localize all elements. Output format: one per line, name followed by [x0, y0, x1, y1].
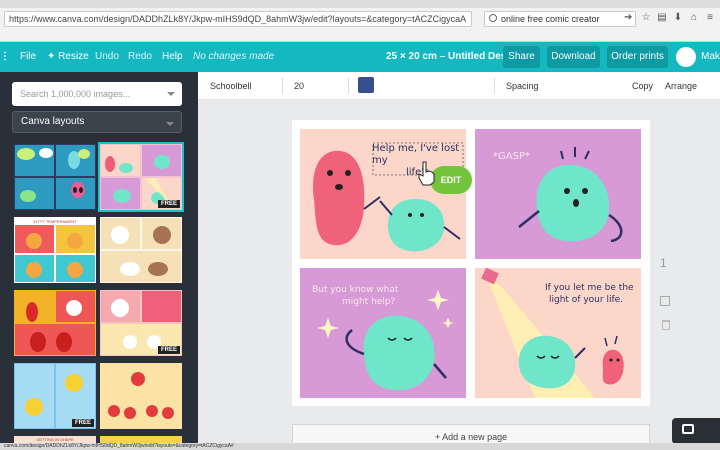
- resize-button[interactable]: ✦ Resize: [47, 42, 89, 72]
- speech-text-line: If you let me be the: [545, 283, 634, 293]
- alien-comic-preview: [15, 145, 95, 209]
- layout-thumbnail-pepper[interactable]: [14, 290, 96, 356]
- speech-bubble-light[interactable]: If you let me be the light of your life.: [545, 282, 634, 306]
- layout-thumbnail-alien[interactable]: [14, 144, 96, 210]
- layout-thumbnail-kitty[interactable]: KITTY TEMPERAMENT: [14, 217, 96, 283]
- text-color-swatch[interactable]: [358, 77, 374, 93]
- cat-comic-preview: [101, 218, 181, 282]
- redo-button[interactable]: Redo: [128, 42, 152, 72]
- design-title[interactable]: 25 × 20 cm – Untitled Design: [386, 42, 521, 72]
- browser-search-query: online free comic creator: [501, 14, 600, 24]
- address-bar[interactable]: https://www.canva.com/design/DADDhZLk8Y/…: [4, 11, 472, 27]
- menu-toggle-icon[interactable]: ⋮: [0, 42, 10, 72]
- chevron-down-icon: [166, 122, 174, 126]
- clipboard-icon[interactable]: ▤: [656, 11, 668, 25]
- file-menu[interactable]: File: [20, 42, 36, 72]
- edit-text-button[interactable]: EDIT: [430, 166, 472, 194]
- save-status: No changes made: [193, 51, 275, 62]
- speech-text-line: light of your life.: [549, 295, 624, 305]
- spacing-button[interactable]: Spacing: [506, 72, 539, 100]
- resize-label: Resize: [58, 51, 89, 62]
- font-size-input[interactable]: 20: [294, 72, 304, 100]
- design-canvas[interactable]: Help me, I've lost my life's *GASP* But …: [292, 120, 650, 406]
- home-icon[interactable]: ⌂: [688, 11, 700, 25]
- layout-thumbnail-food[interactable]: FREE: [100, 290, 182, 356]
- help-menu[interactable]: Help: [162, 42, 183, 72]
- layouts-sidebar: Search 1,000,000 images... Canva layouts…: [0, 72, 198, 450]
- chevron-down-icon[interactable]: [167, 92, 175, 96]
- browser-toolbar-icons: ☆ ▤ ⬇ ⌂ ≡: [640, 11, 716, 25]
- comic-panel-3[interactable]: But you know what might help?: [300, 268, 466, 398]
- search-icon: [489, 14, 497, 22]
- thumbnail-title: KITTY TEMPERAMENT: [33, 219, 77, 224]
- star-icon[interactable]: ☆: [640, 11, 652, 25]
- divider: [282, 78, 283, 94]
- duplicate-page-icon[interactable]: [660, 296, 670, 306]
- layout-thumbnail-apples[interactable]: [100, 363, 182, 429]
- divider: [348, 78, 349, 94]
- page-number: 1: [660, 256, 667, 270]
- layout-category-select[interactable]: Canva layouts: [12, 111, 182, 133]
- browser-chrome: https://www.canva.com/design/DADDhZLk8Y/…: [0, 0, 720, 42]
- kitty-comic-preview: [15, 225, 95, 282]
- order-prints-button[interactable]: Order prints: [607, 46, 668, 68]
- magic-star-icon: ✦: [47, 51, 56, 62]
- comic-panel-2[interactable]: *GASP*: [475, 129, 641, 259]
- free-badge: FREE: [157, 346, 180, 354]
- editor-top-bar: ⋮ File ✦ Resize Undo Redo Help No change…: [0, 42, 720, 72]
- font-family-select[interactable]: Schoolbell: [210, 72, 252, 100]
- layout-category-value: Canva layouts: [21, 116, 85, 127]
- thumbnail-title: GETTING IN SHAPE: [36, 437, 74, 442]
- download-button[interactable]: Download: [547, 46, 600, 68]
- share-button[interactable]: Share: [503, 46, 540, 68]
- image-search-placeholder: Search 1,000,000 images...: [20, 89, 131, 99]
- download-arrow-icon[interactable]: ⬇: [672, 11, 684, 25]
- chat-widget[interactable]: [672, 418, 720, 444]
- text-toolbar: Schoolbell 20 Spacing Copy Arrange: [198, 72, 720, 100]
- pepper-comic-preview: [15, 291, 95, 355]
- free-badge: FREE: [71, 419, 94, 427]
- browser-tab-strip: [0, 0, 720, 8]
- free-badge: FREE: [157, 200, 180, 208]
- speech-text-line: might help?: [342, 297, 396, 307]
- speech-bubble-help-question[interactable]: But you know what might help?: [312, 284, 398, 308]
- apple-comic-preview: [101, 364, 181, 428]
- menu-icon[interactable]: ≡: [704, 11, 716, 25]
- make-button-partial[interactable]: Make: [701, 42, 720, 72]
- hand-cursor-icon: [418, 161, 435, 186]
- divider: [494, 78, 495, 94]
- arrange-button[interactable]: Arrange: [665, 72, 697, 100]
- browser-status-url: canva.com/design/DADDhZLk8Y/Jkpw-mIHS9dQ…: [0, 443, 720, 450]
- panel-2-art: [518, 147, 623, 243]
- trash-icon[interactable]: [662, 320, 670, 330]
- undo-button[interactable]: Undo: [95, 42, 119, 72]
- gasp-text[interactable]: *GASP*: [493, 151, 530, 162]
- speech-text-line: But you know what: [312, 285, 399, 295]
- go-arrow-icon[interactable]: ➔: [624, 12, 632, 23]
- chat-bubble-icon: [682, 424, 694, 434]
- avatar[interactable]: [676, 47, 696, 67]
- copy-button[interactable]: Copy: [632, 72, 653, 100]
- comic-panel-4[interactable]: If you let me be the light of your life.: [475, 268, 641, 398]
- layout-thumbnail-selected[interactable]: FREE: [98, 142, 184, 212]
- image-search-input[interactable]: Search 1,000,000 images...: [12, 82, 182, 106]
- layout-thumbnail-cat[interactable]: [100, 217, 182, 283]
- comic-panel-1[interactable]: Help me, I've lost my life's: [300, 129, 466, 259]
- browser-search-field[interactable]: online free comic creator: [484, 11, 636, 27]
- layout-thumbnail-sun[interactable]: FREE: [14, 363, 96, 429]
